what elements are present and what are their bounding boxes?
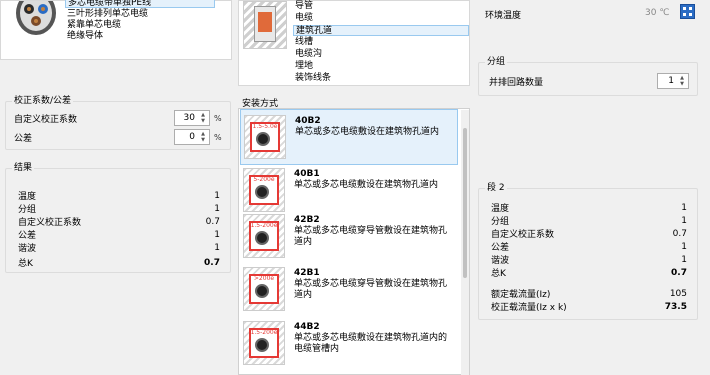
custom-factor-unit: % — [214, 114, 222, 123]
location-panel: 导管 电缆 建筑孔道 线槽 电缆沟 埋地 装饰线条 — [238, 0, 470, 86]
segment-group: 段 2 温度 1 分组 1 自定义校正系数 0.7 公差 1 谐波 1 总K 0.7 额定载… — [478, 182, 698, 320]
install-method-item[interactable]: 1.5-200e 44B2 单芯或多芯电缆敷设在建筑物孔道内的电缆管槽内 — [240, 316, 458, 372]
tolerance-value[interactable]: 0 — [189, 132, 195, 142]
grouping-group: 分组 并排回路数量 1 ▲ ▼ — [478, 56, 698, 96]
results-group: 结果 温度 1 分组 1 自定义校正系数 0.7 公差 1 谐波 1 总K 0.7 — [5, 162, 231, 273]
correction-group: 校正系数/公差 自定义校正系数 30 ▲ ▼ % 公差 0 ▲ ▼ % — [5, 95, 231, 150]
result-row: 公差 1 — [18, 229, 220, 242]
grouping-title: 分组 — [485, 56, 508, 68]
grid-icon[interactable] — [680, 4, 695, 19]
ambient-temp-unit: ℃ — [659, 8, 670, 18]
install-method-desc: 单芯或多芯电缆敷设在建筑物孔道内的电缆管槽内 — [294, 333, 448, 354]
results-title: 结果 — [12, 162, 35, 174]
cable-type-item[interactable]: 紧靠单芯电缆 — [65, 20, 215, 31]
location-item[interactable]: 埋地 — [293, 61, 469, 72]
cable-type-item[interactable]: 三叶形排列单芯电缆 — [65, 9, 215, 20]
result-row: 分组 1 — [18, 203, 220, 216]
cable-type-item[interactable]: 绝缘导体 — [65, 31, 215, 42]
grouping-label: 并排回路数量 — [489, 78, 544, 88]
location-item[interactable]: 电缆 — [293, 13, 469, 24]
ambient-temp-value: 30 — [645, 8, 657, 18]
install-method-code: 42B2 — [294, 215, 320, 225]
stepper-arrows-icon[interactable]: ▲ ▼ — [678, 75, 686, 87]
location-item[interactable]: 导管 — [293, 1, 469, 12]
install-method-code: 44B2 — [294, 322, 320, 332]
install-method-item[interactable]: 1.5-200e 42B2 单芯或多芯电缆穿导管敷设在建筑物孔道内 — [240, 209, 458, 265]
install-method-desc: 单芯或多芯电缆穿导管敷设在建筑物孔道内 — [294, 226, 448, 247]
segment-row: 分组 1 — [491, 215, 687, 228]
result-total-row: 总K 0.7 — [18, 257, 220, 270]
tolerance-stepper[interactable]: 0 ▲ ▼ — [174, 129, 210, 145]
location-item[interactable]: 线槽 — [293, 37, 469, 48]
custom-factor-label: 自定义校正系数 — [14, 115, 78, 125]
install-method-code: 40B1 — [294, 169, 320, 179]
stepper-arrows-icon[interactable]: ▲ ▼ — [199, 112, 207, 124]
segment-row: 温度 1 — [491, 202, 687, 215]
cable-type-list[interactable]: 多芯电缆带单独PE线 三叶形排列单芯电缆 紧靠单芯电缆 绝缘导体 — [65, 0, 215, 49]
install-method-desc: 单芯或多芯电缆敷设在建筑物孔道内 — [295, 127, 440, 137]
install-method-code: 42B1 — [294, 268, 320, 278]
rated-current-row: 额定载流量(Iz) 105 — [491, 288, 687, 301]
tolerance-unit: % — [214, 133, 222, 142]
cable-type-panel: 多芯电缆带单独PE线 三叶形排列单芯电缆 紧靠单芯电缆 绝缘导体 — [0, 0, 232, 60]
grouping-count-stepper[interactable]: 1 ▲ ▼ — [657, 73, 689, 89]
install-method-item[interactable]: 1.5-5.0e 40B2 单芯或多芯电缆敷设在建筑物孔道内 — [240, 109, 458, 165]
install-method-item[interactable]: >200e 42B1 单芯或多芯电缆穿导管敷设在建筑物孔道内 — [240, 262, 458, 318]
ambient-value: 30 ℃ — [645, 8, 669, 18]
correction-title: 校正系数/公差 — [12, 95, 74, 107]
segment-total-row: 总K 0.7 — [491, 267, 687, 280]
grouping-count-value[interactable]: 1 — [668, 76, 674, 86]
segment-row: 自定义校正系数 0.7 — [491, 228, 687, 241]
scrollbar-thumb[interactable] — [463, 128, 467, 278]
result-row: 温度 1 — [18, 190, 220, 203]
install-list-scrollbar[interactable] — [461, 110, 469, 375]
result-row: 谐波 1 — [18, 242, 220, 255]
install-method-thumbnail: 1.5-200e — [243, 214, 285, 258]
install-method-thumbnail: 5-200e — [243, 168, 285, 212]
install-method-desc: 单芯或多芯电缆敷设在建筑物孔道内 — [294, 180, 439, 190]
ambient-label: 环境温度 — [485, 11, 522, 21]
custom-factor-stepper[interactable]: 30 ▲ ▼ — [174, 110, 210, 126]
install-method-code: 40B2 — [295, 116, 321, 126]
stepper-arrows-icon[interactable]: ▲ ▼ — [199, 131, 207, 143]
location-item[interactable]: 电缆沟 — [293, 49, 469, 60]
install-method-desc: 单芯或多芯电缆穿导管敷设在建筑物孔道内 — [294, 279, 448, 300]
custom-factor-value[interactable]: 30 — [184, 113, 195, 123]
tolerance-label: 公差 — [14, 134, 33, 144]
result-row: 自定义校正系数 0.7 — [18, 216, 220, 229]
corrected-current-row: 校正载流量(Iz x k) 73.5 — [491, 301, 687, 314]
segment-row: 公差 1 — [491, 241, 687, 254]
install-method-thumbnail: 1.5-5.0e — [244, 115, 286, 159]
location-image — [243, 1, 287, 49]
install-method-thumbnail: 1.5-200e — [243, 321, 285, 365]
install-method-thumbnail: >200e — [243, 267, 285, 311]
location-list[interactable]: 导管 电缆 建筑孔道 线槽 电缆沟 埋地 装饰线条 — [293, 1, 469, 85]
location-item[interactable]: 装饰线条 — [293, 73, 469, 84]
cable-type-item[interactable]: 多芯电缆带单独PE线 — [65, 0, 215, 8]
segment-row: 谐波 1 — [491, 254, 687, 267]
location-item[interactable]: 建筑孔道 — [293, 25, 469, 36]
segment-title: 段 2 — [485, 182, 507, 194]
cable-cross-section-image — [11, 0, 61, 39]
